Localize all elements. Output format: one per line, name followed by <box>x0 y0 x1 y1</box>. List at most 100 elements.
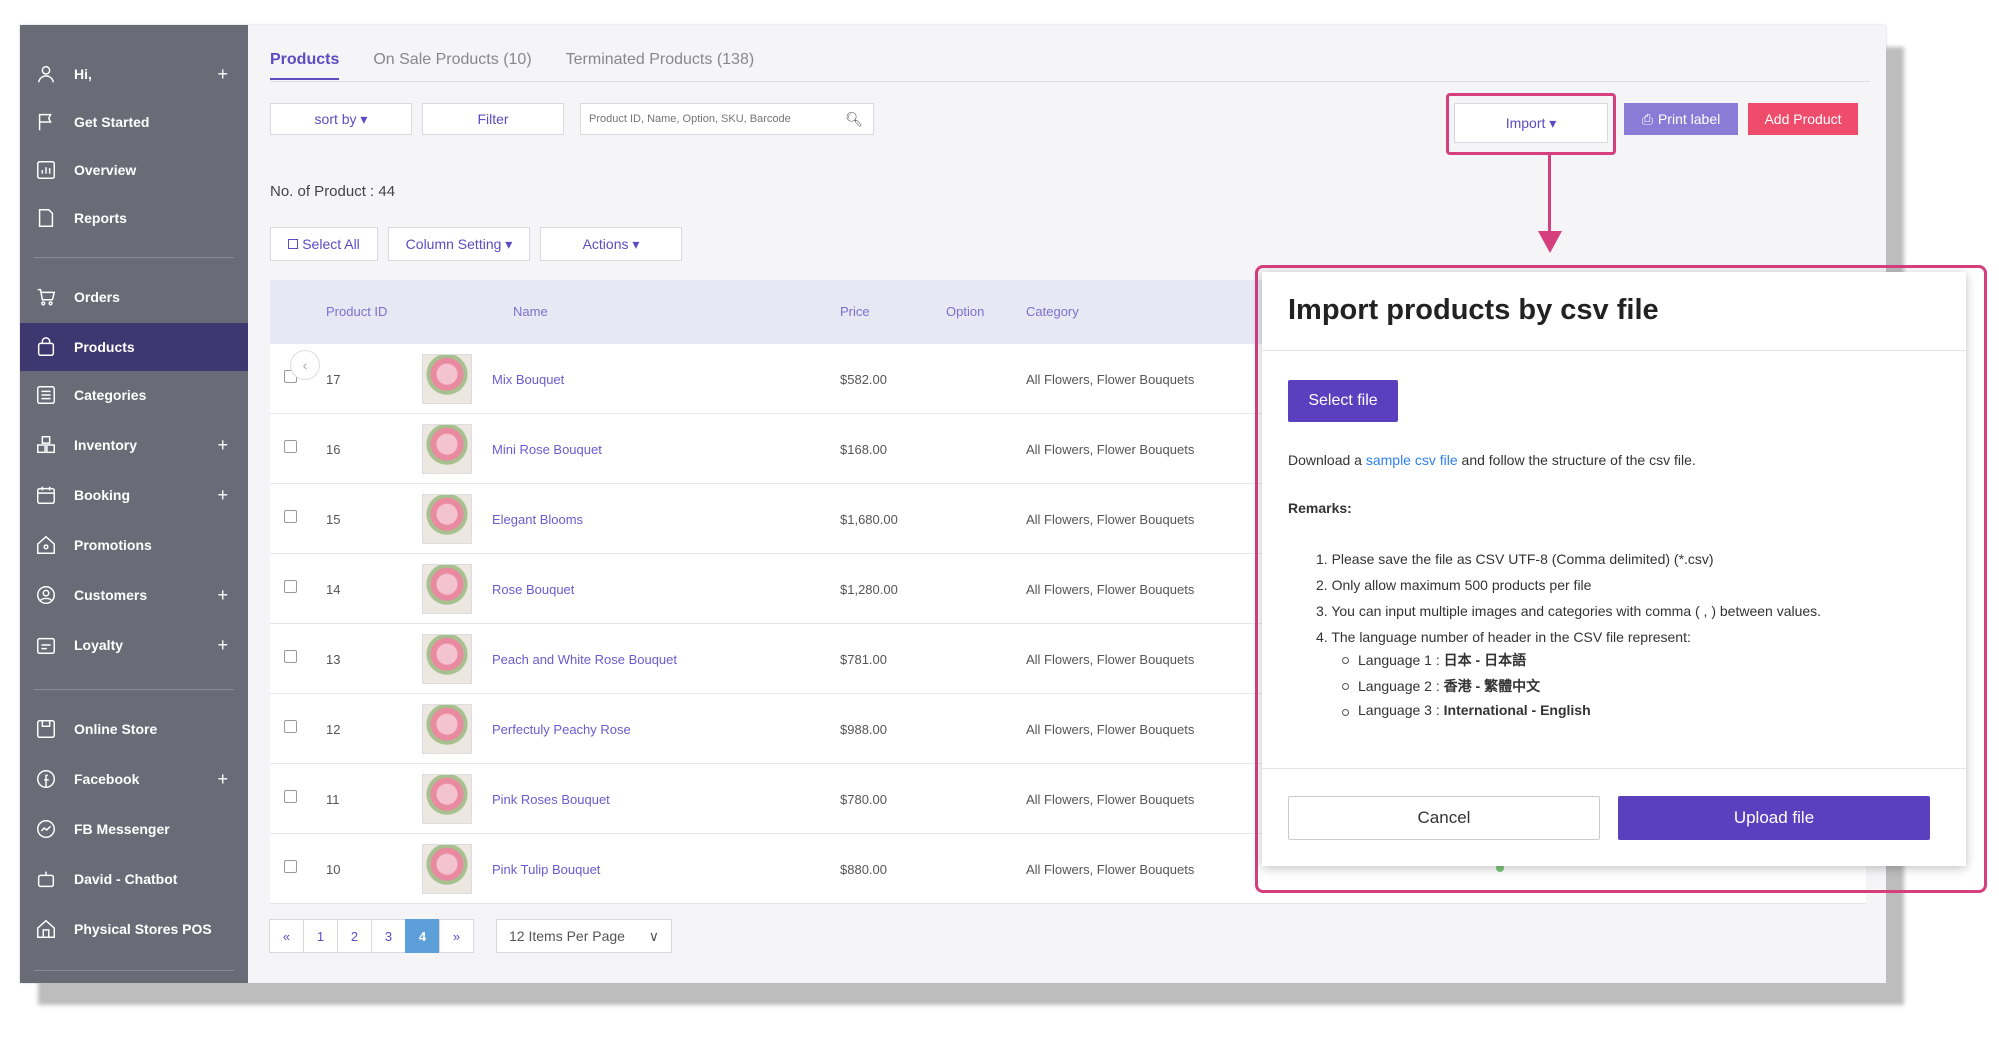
tab-on-sale[interactable]: On Sale Products (10) <box>373 51 531 80</box>
page-4[interactable]: 4 <box>405 919 440 953</box>
product-name-link[interactable]: Pink Roses Bouquet <box>492 792 610 807</box>
sidebar-item-online-store[interactable]: Online Store <box>20 705 248 753</box>
sidebar-item-label: Online Store <box>74 721 158 737</box>
loyalty-icon <box>34 633 58 657</box>
sidebar-item-user[interactable]: Hi, + <box>20 50 248 98</box>
sidebar-item-facebook[interactable]: Facebook + <box>20 755 248 803</box>
chevron-down-icon: ∨ <box>648 927 659 944</box>
expand-plus-icon[interactable]: + <box>217 635 228 656</box>
filter-button[interactable]: Filter <box>422 103 564 135</box>
tabs-divider <box>270 81 1870 82</box>
search-input[interactable] <box>589 113 829 125</box>
product-category: All Flowers, Flower Bouquets <box>1026 652 1195 667</box>
row-checkbox[interactable] <box>284 860 297 873</box>
row-checkbox[interactable] <box>284 440 297 453</box>
sidebar-item-booking[interactable]: Booking + <box>20 471 248 519</box>
print-label-button[interactable]: ⎙ Print label <box>1624 103 1738 135</box>
product-name-link[interactable]: Pink Tulip Bouquet <box>492 862 600 877</box>
sidebar-item-customers[interactable]: Customers + <box>20 571 248 619</box>
product-price: $1,280.00 <box>840 582 898 597</box>
sidebar: Hi, + Get Started Overview Reports Order… <box>20 25 248 983</box>
page-prev[interactable]: « <box>269 919 304 953</box>
row-checkbox[interactable] <box>284 720 297 733</box>
sample-csv-link[interactable]: sample csv file <box>1366 452 1458 468</box>
tab-products[interactable]: Products <box>270 51 340 80</box>
messenger-icon <box>34 817 58 841</box>
print-label-text: Print label <box>1657 111 1721 127</box>
row-checkbox[interactable] <box>284 650 297 663</box>
sidebar-item-chatbot[interactable]: David - Chatbot <box>20 855 248 903</box>
column-header-product-id[interactable]: Product ID <box>326 304 387 319</box>
search-icon[interactable]: 🔍︎ <box>845 111 863 128</box>
sidebar-item-pos[interactable]: Physical Stores POS <box>20 905 248 953</box>
row-checkbox[interactable] <box>284 580 297 593</box>
cancel-button[interactable]: Cancel <box>1288 796 1600 840</box>
column-header-name[interactable]: Name <box>513 304 548 319</box>
tab-terminated[interactable]: Terminated Products (138) <box>566 51 755 80</box>
sidebar-item-get-started[interactable]: Get Started <box>20 98 248 146</box>
row-checkbox[interactable] <box>284 790 297 803</box>
product-id: 11 <box>326 792 340 807</box>
product-id: 10 <box>326 862 341 877</box>
expand-plus-icon[interactable]: + <box>217 769 228 790</box>
row-checkbox[interactable] <box>284 510 297 523</box>
expand-plus-icon[interactable]: + <box>217 435 228 456</box>
product-name-link[interactable]: Mix Bouquet <box>492 372 564 387</box>
upload-file-button[interactable]: Upload file <box>1618 796 1930 840</box>
collapse-sidebar-button[interactable]: ‹ <box>290 350 320 380</box>
product-name-link[interactable]: Perfectuly Peachy Rose <box>492 722 631 737</box>
remarks-list: 1. Please save the file as CSV UTF-8 (Co… <box>1316 546 1821 650</box>
sidebar-item-label: Physical Stores POS <box>74 921 212 937</box>
column-header-price[interactable]: Price <box>840 304 870 319</box>
document-icon <box>34 206 58 230</box>
language-prefix: Language 1 : <box>1358 652 1444 668</box>
sidebar-item-label: Reports <box>74 210 127 226</box>
expand-plus-icon[interactable]: + <box>217 485 228 506</box>
page-next[interactable]: » <box>439 919 474 953</box>
language-item: Language 3 : International - English <box>1342 702 1591 718</box>
product-name-link[interactable]: Mini Rose Bouquet <box>492 442 602 457</box>
product-id: 12 <box>326 722 341 737</box>
product-category: All Flowers, Flower Bouquets <box>1026 372 1195 387</box>
sidebar-item-reports[interactable]: Reports <box>20 194 248 242</box>
sidebar-item-categories[interactable]: Categories <box>20 371 248 419</box>
user-icon <box>34 62 58 86</box>
product-name-link[interactable]: Peach and White Rose Bouquet <box>492 652 677 667</box>
add-product-button[interactable]: Add Product <box>1748 103 1858 135</box>
language-prefix: Language 2 : <box>1358 678 1444 694</box>
product-thumbnail <box>422 704 472 754</box>
page-3[interactable]: 3 <box>371 919 406 953</box>
product-category: All Flowers, Flower Bouquets <box>1026 722 1195 737</box>
boxes-icon <box>34 433 58 457</box>
column-header-category[interactable]: Category <box>1026 304 1079 319</box>
sidebar-item-orders[interactable]: Orders <box>20 273 248 321</box>
sidebar-item-promotions[interactable]: Promotions <box>20 521 248 569</box>
sidebar-item-inventory[interactable]: Inventory + <box>20 421 248 469</box>
column-setting-dropdown[interactable]: Column Setting ▾ <box>388 227 530 261</box>
sidebar-item-label: Categories <box>74 387 147 403</box>
expand-plus-icon[interactable]: + <box>217 64 228 85</box>
page-2[interactable]: 2 <box>337 919 372 953</box>
column-header-option[interactable]: Option <box>946 304 984 319</box>
sidebar-item-label: David - Chatbot <box>74 871 178 887</box>
chart-icon <box>34 158 58 182</box>
import-dropdown[interactable]: Import ▾ <box>1454 103 1608 143</box>
sidebar-item-loyalty[interactable]: Loyalty + <box>20 621 248 669</box>
remark-item: 1. Please save the file as CSV UTF-8 (Co… <box>1316 551 1714 567</box>
sort-by-dropdown[interactable]: sort by ▾ <box>270 103 412 135</box>
select-file-button[interactable]: Select file <box>1288 380 1398 422</box>
page-1[interactable]: 1 <box>303 919 338 953</box>
expand-plus-icon[interactable]: + <box>217 585 228 606</box>
product-thumbnail <box>422 424 472 474</box>
sidebar-item-fb-messenger[interactable]: FB Messenger <box>20 805 248 853</box>
product-category: All Flowers, Flower Bouquets <box>1026 442 1195 457</box>
select-all-button[interactable]: Select All <box>270 227 378 261</box>
sidebar-item-products[interactable]: Products <box>20 323 248 371</box>
actions-dropdown[interactable]: Actions ▾ <box>540 227 682 261</box>
product-name-link[interactable]: Rose Bouquet <box>492 582 574 597</box>
language-value: International - English <box>1443 702 1591 718</box>
items-per-page-select[interactable]: 12 Items Per Page ∨ <box>496 919 672 953</box>
sidebar-item-overview[interactable]: Overview <box>20 146 248 194</box>
sidebar-item-label: Facebook <box>74 771 140 787</box>
product-name-link[interactable]: Elegant Blooms <box>492 512 583 527</box>
